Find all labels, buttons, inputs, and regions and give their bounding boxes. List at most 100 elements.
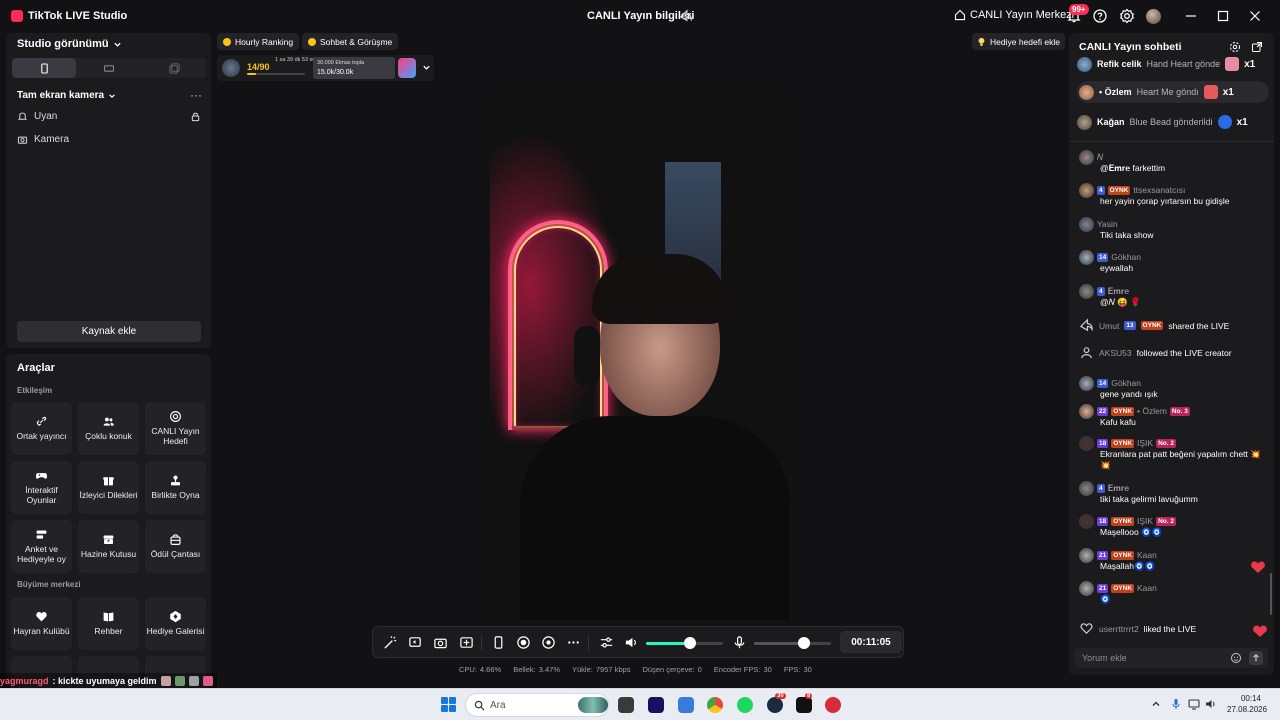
tab-landscape[interactable] (77, 58, 141, 78)
chevron-down-icon[interactable] (422, 63, 431, 72)
chat-message[interactable]: 4 OYNK ttsexsanatcısı her yayin çorap yırta… (1079, 182, 1267, 207)
event-username[interactable]: Umut (1099, 321, 1119, 331)
chat-message[interactable]: 4 𝐄𝐦𝐫𝐞 tiki taka gelirmi lavuğumm (1079, 480, 1267, 505)
chat-message[interactable]: 18 OYNK IŞIK No. 2 Maşellooo 🧿🧿 (1079, 513, 1267, 538)
steam-icon[interactable] (767, 697, 783, 713)
event-username[interactable]: AKSU53 (1099, 348, 1132, 358)
system-clock[interactable]: 00:14 27.08.2026 (1227, 694, 1267, 716)
event-username[interactable]: userrttrrrt2 (1099, 624, 1139, 634)
microphone-tray-icon[interactable] (1170, 698, 1182, 710)
live-effects-icon[interactable] (541, 635, 556, 650)
chat-message[interactable]: 18 OYNK IŞIK No. 2 Ekranlara pat patt beğeni… (1079, 435, 1267, 471)
chat-username[interactable]: Yasin (1097, 219, 1118, 229)
chat-username[interactable]: IŞIK (1137, 516, 1153, 526)
source-item-alert[interactable]: Uyan (17, 111, 57, 122)
camera-scene-dropdown[interactable]: Tam ekran kamera (17, 90, 116, 101)
add-gift-target-button[interactable]: Hediye hedefi ekle (972, 33, 1065, 50)
tool-gift-gallery[interactable]: Hediye Galerisi (145, 597, 206, 650)
avatar[interactable] (1079, 249, 1094, 265)
chat-call-chip[interactable]: Sohbet & Görüşme (302, 33, 399, 50)
outlook-icon[interactable] (678, 697, 694, 713)
chat-message[interactable]: 21 OYNK Kaan 🧿 (1079, 580, 1267, 605)
share-icon[interactable] (679, 9, 693, 23)
chat-message[interactable]: 4 𝐄𝐦𝐫𝐞 @𝑁 😝 🌹 (1079, 283, 1267, 308)
more-options-icon[interactable]: ··· (190, 88, 202, 102)
avatar[interactable] (1079, 547, 1094, 563)
avatar[interactable] (1079, 182, 1094, 198)
network-icon[interactable] (1188, 698, 1200, 710)
tool-play-together[interactable]: Birlikte Oyna (145, 461, 206, 514)
chat-scrollbar[interactable] (1270, 573, 1272, 615)
after-effects-icon[interactable] (648, 697, 664, 713)
chat-message[interactable]: 22 OYNK • Özlem No. 3 Kafu kafu (1079, 403, 1267, 428)
source-item-camera[interactable]: Kamera (17, 134, 69, 145)
comment-input[interactable] (1082, 651, 1222, 665)
screen-share-icon[interactable] (459, 635, 474, 650)
live-center-button[interactable]: CANLI Yayın Merkezi (954, 9, 1074, 21)
avatar[interactable] (1079, 580, 1094, 596)
chat-message[interactable]: Yasin Tiki taka show (1079, 216, 1267, 241)
live-preview[interactable] (490, 86, 790, 620)
tool-viewer-wishes[interactable]: İzleyici Dilekleri (78, 461, 139, 514)
audio-settings-icon[interactable] (599, 635, 614, 650)
chat-message[interactable]: 14 Gökhan eywallah (1079, 249, 1267, 274)
tool-co-host[interactable]: Ortak yayıncı (11, 402, 72, 455)
lock-icon[interactable] (190, 111, 201, 122)
tool-poll[interactable]: Anket ve Hediyeyle oy (11, 520, 72, 573)
help-icon[interactable] (1092, 8, 1108, 24)
recorder-icon[interactable] (825, 697, 841, 713)
windows-start-icon[interactable] (441, 697, 456, 712)
chat-message[interactable]: 𝑁 @𝐄𝐦𝐫𝐞 farkettim (1079, 149, 1267, 174)
tiktok-live-icon[interactable] (796, 697, 812, 713)
tool-reward-bag[interactable]: Ödül Çantası (145, 520, 206, 573)
taskbar-search[interactable]: Ara (465, 693, 609, 717)
more-icon[interactable] (566, 635, 581, 650)
emoji-icon[interactable] (1230, 652, 1242, 664)
chat-username[interactable]: 𝑁 (1097, 152, 1103, 163)
tool-guide[interactable]: Rehber (78, 597, 139, 650)
chat-username[interactable]: IŞIK (1137, 438, 1153, 448)
tab-dual[interactable] (142, 58, 206, 78)
screenshot-icon[interactable] (433, 635, 448, 650)
send-button[interactable] (1249, 651, 1263, 665)
tool-treasure-box[interactable]: Hazine Kutusu (78, 520, 139, 573)
profile-avatar[interactable] (1146, 9, 1161, 24)
chevron-up-icon[interactable] (1150, 698, 1162, 710)
popout-icon[interactable] (1251, 41, 1263, 53)
chat-message[interactable]: 14 Gökhan gene yandı ışık (1079, 375, 1267, 400)
tool-fan-club[interactable]: Hayran Kulübü (11, 597, 72, 650)
tool-interactive-games[interactable]: İnteraktif Oyunlar (11, 461, 72, 514)
gear-icon[interactable] (1229, 41, 1241, 53)
mic-volume-knob[interactable] (798, 637, 811, 649)
gift-goal-box[interactable]: 30.000 Elmas topla 15.0k/30.0k (313, 57, 395, 79)
avatar[interactable] (1079, 513, 1094, 529)
chat-username[interactable]: Kaan (1137, 583, 1157, 593)
studio-view-dropdown[interactable]: Studio görünümü (17, 38, 122, 50)
chat-username[interactable]: Kaan (1137, 550, 1157, 560)
task-view-icon[interactable] (618, 697, 634, 713)
maximize-icon[interactable] (1215, 8, 1231, 24)
chat-username[interactable]: 𝐄𝐦𝐫𝐞 (1108, 286, 1130, 297)
spotify-icon[interactable] (737, 697, 753, 713)
avatar[interactable] (1079, 216, 1094, 232)
speaker-icon[interactable] (624, 635, 639, 650)
phone-icon[interactable] (491, 635, 506, 650)
chat-username[interactable]: ttsexsanatcısı (1133, 185, 1185, 195)
close-icon[interactable] (1247, 8, 1263, 24)
avatar[interactable] (1079, 403, 1094, 419)
avatar[interactable] (1079, 375, 1094, 391)
chat-username[interactable]: 𝐄𝐦𝐫𝐞 (1108, 483, 1130, 494)
mic-volume-slider[interactable] (754, 642, 831, 645)
avatar[interactable] (1079, 149, 1094, 165)
record-icon[interactable] (516, 635, 531, 650)
magic-wand-icon[interactable] (383, 635, 398, 650)
chat-username[interactable]: Gökhan (1111, 252, 1141, 262)
microphone-icon[interactable] (732, 635, 747, 650)
chat-username[interactable]: Gökhan (1111, 378, 1141, 388)
ranking-box[interactable]: 14/90 1 sa 39 dk 53 sn 30.000 Elmas topl… (217, 55, 434, 81)
add-source-button[interactable]: Kaynak ekle (17, 321, 201, 342)
avatar[interactable] (1079, 283, 1094, 299)
add-overlay-icon[interactable] (408, 635, 423, 650)
tab-portrait[interactable] (12, 58, 76, 78)
chrome-icon[interactable] (707, 697, 723, 713)
